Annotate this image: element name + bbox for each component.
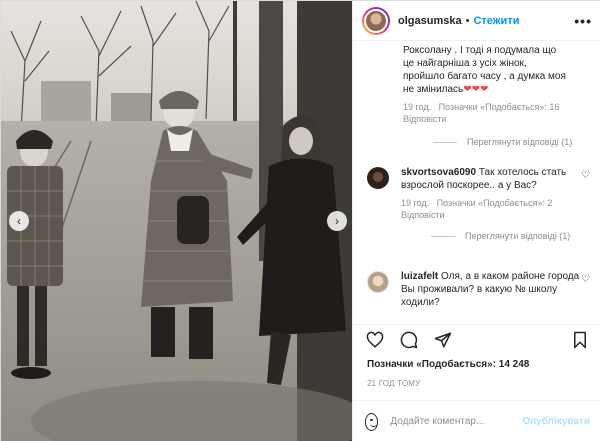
reply-link[interactable]: Відповісти [403, 114, 447, 124]
header-separator: • [465, 14, 470, 27]
vintage-street-photo [1, 1, 352, 441]
author-username[interactable]: olgasumska [398, 15, 462, 27]
like-comment-heart-icon[interactable]: ♡ [581, 170, 590, 181]
comment-likes-link[interactable]: Позначки «Подобається»: 2 [437, 198, 553, 208]
commenter-username[interactable]: skvortsova6090 [401, 167, 476, 178]
comment-item: Роксолану . І тоді я подумала що це найг… [403, 44, 593, 147]
comment-text: Роксолану . І тоді я подумала що це найг… [403, 45, 566, 95]
comments-list[interactable]: Роксолану . І тоді я подумала що це найг… [353, 42, 600, 324]
comment-input[interactable] [390, 416, 523, 427]
commenter-avatar[interactable] [367, 167, 389, 189]
like-comment-heart-icon[interactable]: ♡ [581, 274, 590, 285]
comment-item: skvortsova6090 Так хотелось стать взросл… [367, 166, 592, 241]
post-side-panel: olgasumska • Стежити ••• Роксолану . І т… [352, 1, 600, 441]
chevron-right-icon: › [335, 214, 339, 228]
comment-time: 19 год. [403, 102, 432, 112]
comment-icon[interactable] [399, 330, 419, 350]
share-icon[interactable] [433, 330, 453, 350]
instagram-post-modal: ‹ › olgasumska • Стежити ••• Роксолану .… [0, 0, 600, 441]
comment-meta: 19 год. Позначки «Подобається»: 2 Відпов… [401, 197, 592, 221]
post-photo[interactable]: ‹ › [1, 1, 352, 441]
post-header: olgasumska • Стежити ••• [353, 1, 600, 41]
comment-text: skvortsova6090 Так хотелось стать взросл… [401, 167, 567, 191]
more-options-icon[interactable]: ••• [574, 13, 592, 29]
commenter-avatar[interactable] [367, 271, 389, 293]
follow-button[interactable]: Стежити [473, 15, 519, 27]
post-actions-bar [353, 324, 600, 354]
bookmark-icon[interactable] [570, 330, 590, 350]
publish-button[interactable]: Опублікувати [522, 416, 590, 427]
emoji-icon[interactable] [365, 412, 379, 431]
heart-emoji: ❤❤❤ [463, 84, 489, 95]
comment-text: luizafelt Оля, а в каком районе города В… [401, 271, 580, 308]
chevron-left-icon: ‹ [17, 214, 21, 228]
view-replies-link[interactable]: Переглянути відповіді (1) [431, 231, 592, 241]
likes-count[interactable]: Позначки «Подобається»: 14 248 [367, 359, 529, 370]
add-comment-bar: Опублікувати [353, 400, 600, 441]
author-avatar[interactable] [362, 6, 390, 35]
comment-meta: 19 год. Позначки «Подобається»: 16 Відпо… [403, 101, 593, 125]
heart-icon[interactable] [365, 330, 385, 350]
reply-link[interactable]: Відповісти [401, 210, 445, 220]
commenter-username[interactable]: luizafelt [401, 271, 438, 282]
post-time: 21 ГОД ТОМУ [367, 379, 421, 388]
comment-likes-link[interactable]: Позначки «Подобається»: 16 [439, 102, 560, 112]
comment-time: 19 год. [401, 198, 430, 208]
view-replies-link[interactable]: Переглянути відповіді (1) [433, 137, 593, 147]
next-photo-button[interactable]: › [327, 211, 347, 231]
previous-photo-button[interactable]: ‹ [9, 211, 29, 231]
comment-item: luizafelt Оля, а в каком районе города В… [367, 270, 592, 309]
